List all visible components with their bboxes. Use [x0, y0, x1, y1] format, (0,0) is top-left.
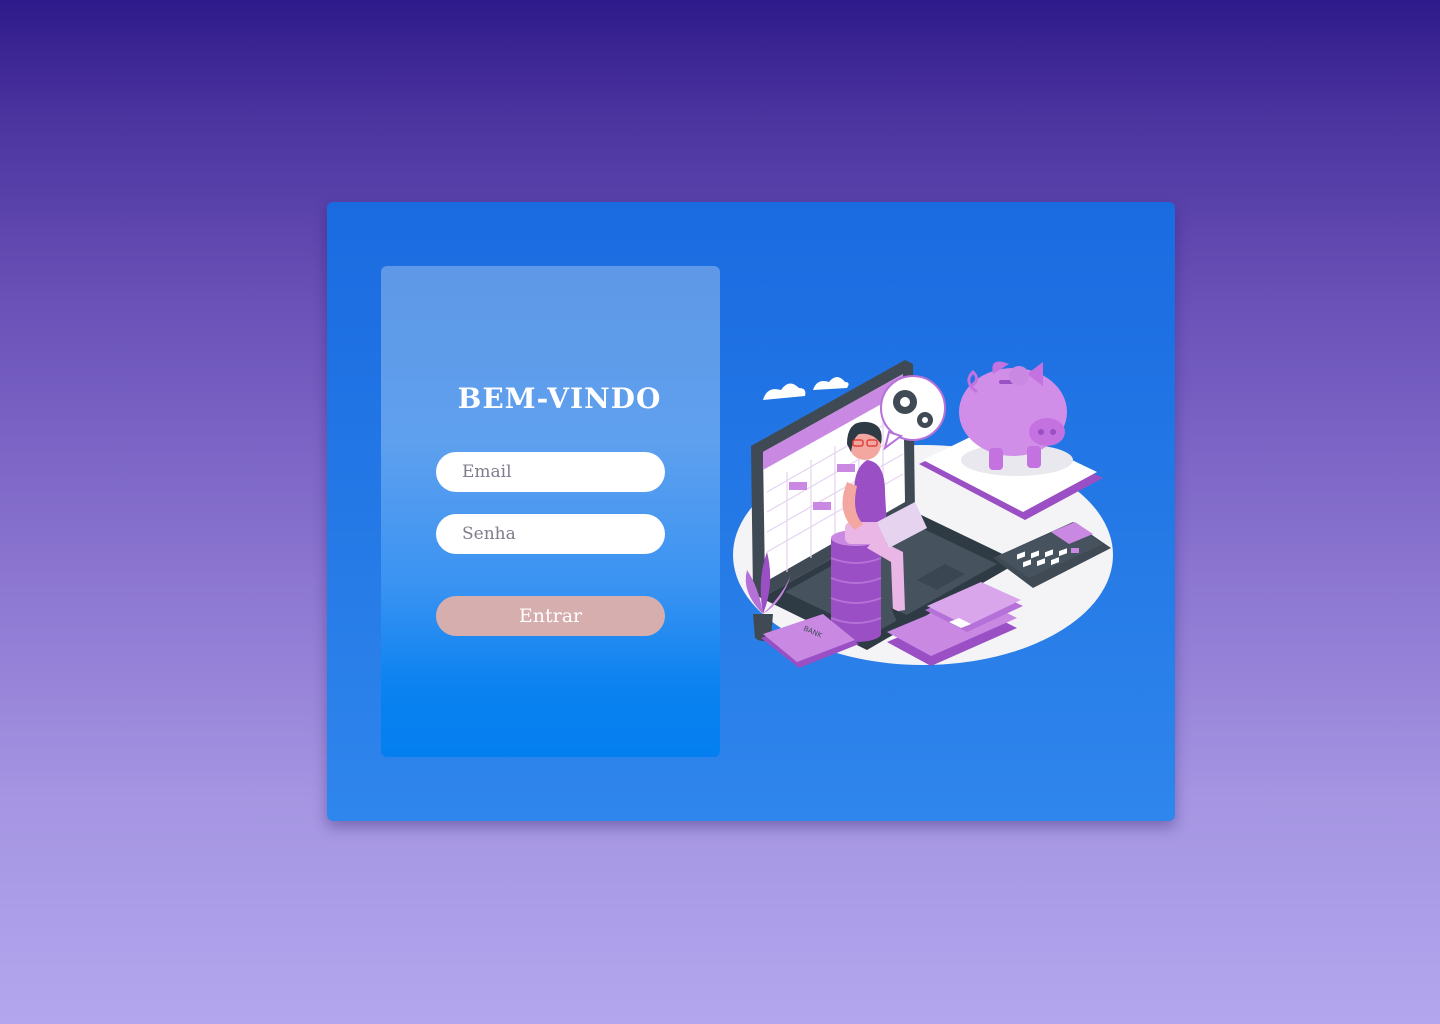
- cloud-icon: [763, 377, 849, 400]
- page-title: BEM-VINDO: [457, 382, 662, 415]
- gear-icon: [880, 375, 946, 451]
- login-button[interactable]: Entrar: [436, 596, 665, 636]
- password-field[interactable]: [436, 514, 665, 554]
- finance-illustration: BANK: [733, 360, 1113, 668]
- email-field[interactable]: [436, 452, 665, 492]
- login-card: BEM-VINDO Entrar: [327, 202, 1175, 821]
- login-panel: BEM-VINDO Entrar: [381, 266, 720, 757]
